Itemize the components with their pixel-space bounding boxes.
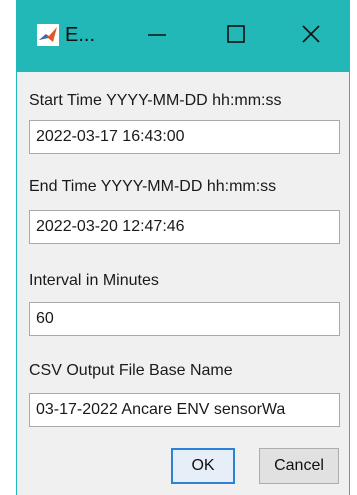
maximize-icon [227,25,245,43]
csv-base-name-label: CSV Output File Base Name [29,362,233,379]
close-icon [302,25,320,43]
window-title: E... [65,24,96,46]
interval-label: Interval in Minutes [29,272,159,289]
csv-base-name-field[interactable] [29,393,340,427]
minimize-button[interactable] [125,12,189,58]
ok-button[interactable]: OK [171,448,235,484]
start-time-label: Start Time YYYY-MM-DD hh:mm:ss [29,92,282,109]
title-bar[interactable]: E... [17,0,349,72]
minimize-icon [148,34,166,36]
start-time-field[interactable] [29,120,340,154]
end-time-label: End Time YYYY-MM-DD hh:mm:ss [29,178,277,195]
end-time-field[interactable] [29,210,340,244]
cancel-button[interactable]: Cancel [259,448,339,484]
maximize-button[interactable] [203,12,267,58]
matlab-icon [37,24,59,46]
interval-field[interactable] [29,302,340,336]
close-button[interactable] [279,12,343,58]
input-dialog: E... Start Time YYYY-MM-DD hh:mm:ss End … [16,0,350,495]
